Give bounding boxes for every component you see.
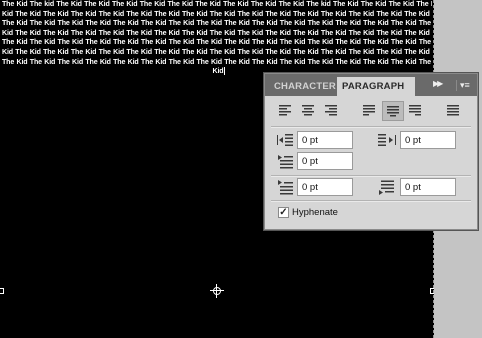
paragraph-panel: CHARACTER PARAGRAPH ▶▶ ▾≡ 0 pt 0 pt 0 pt… [264,73,478,230]
indent-first-line-icon [277,154,295,170]
align-center-icon[interactable] [298,101,320,121]
text-line: Kid The Kid The Kid The Kid The Kid The … [2,9,432,18]
text-cursor [224,67,226,76]
frame-center-crosshair-icon [210,284,224,298]
indent-left-field[interactable] [297,131,353,149]
indent-first-line-field[interactable] [297,152,353,170]
panel-tab-bar: CHARACTER PARAGRAPH ▶▶ ▾≡ [265,74,477,96]
text-line: The Kid The Kid The Kid The Kid The Kid … [2,38,432,47]
last-line-text: Kid [212,67,224,76]
align-right-icon[interactable] [321,101,343,121]
hyphenate-checkbox[interactable]: ✓ [278,207,289,218]
text-line: The Kid The kid The Kid The Kid The Kid … [2,0,432,8]
text-line: Kid The Kid The Kid The Kid The Kid The … [2,47,432,56]
justify-last-center-icon[interactable] [382,101,404,121]
alignment-toolbar [273,101,473,121]
double-chevron-right-icon[interactable]: ▶▶ [433,79,443,88]
justify-all-icon[interactable] [443,101,465,121]
panel-divider [271,200,471,202]
space-after-icon [378,180,396,196]
space-after-field[interactable] [400,178,456,196]
panel-menu-icon[interactable]: ▾≡ [456,80,472,91]
justify-last-left-icon[interactable] [359,101,381,121]
indent-left-icon [277,133,295,149]
indent-right-field[interactable] [400,131,456,149]
space-before-icon [277,180,295,196]
text-line: The Kid The Kid The Kid The Kid The Kid … [2,57,432,66]
panel-divider [271,126,471,128]
hyphenate-label: Hyphenate [292,207,338,218]
align-left-icon[interactable] [275,101,297,121]
text-line: The Kid The Kid The Kid The Kid The Kid … [2,19,432,28]
indent-right-icon [378,133,396,149]
text-line: Kid The Kid The Kid The Kid The Kid The … [2,28,432,37]
text-frame[interactable]: The Kid The kid The Kid The Kid The Kid … [2,0,432,77]
tab-paragraph[interactable]: PARAGRAPH [337,77,415,96]
justify-last-right-icon[interactable] [405,101,427,121]
frame-handle-left[interactable] [0,288,4,294]
space-before-field[interactable] [297,178,353,196]
tab-character[interactable]: CHARACTER [268,77,336,96]
panel-divider [271,175,471,177]
